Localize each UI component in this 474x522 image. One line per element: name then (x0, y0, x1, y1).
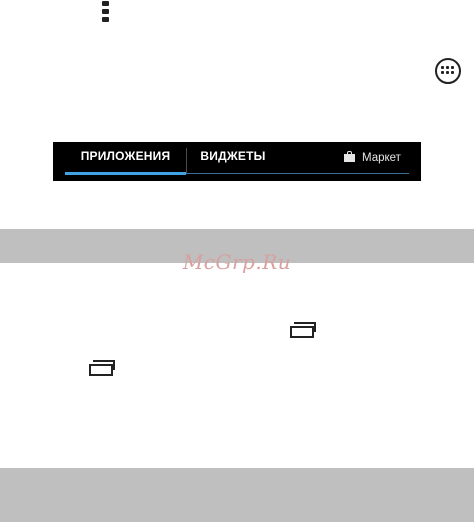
market-button[interactable]: Маркет (344, 142, 401, 174)
tab-baseline (186, 173, 409, 174)
manual-page: ПРИЛОЖЕНИЯ ВИДЖЕТЫ Маркет McGrp.Ru (0, 0, 474, 522)
tab-widgets[interactable]: ВИДЖЕТЫ (188, 142, 278, 174)
selected-tab-indicator (65, 172, 186, 175)
shopping-bag-icon (344, 151, 355, 162)
recent-apps-icon[interactable] (290, 322, 318, 338)
watermark: McGrp.Ru (182, 250, 292, 274)
market-label: Маркет (362, 152, 401, 164)
all-apps-icon[interactable] (435, 58, 461, 84)
tab-divider (186, 148, 187, 174)
overflow-menu-icon[interactable] (102, 0, 110, 22)
grey-band-bottom (0, 468, 474, 522)
recent-apps-icon[interactable] (89, 360, 117, 376)
tab-apps[interactable]: ПРИЛОЖЕНИЯ (65, 142, 186, 174)
apps-tab-bar: ПРИЛОЖЕНИЯ ВИДЖЕТЫ Маркет (53, 142, 421, 181)
